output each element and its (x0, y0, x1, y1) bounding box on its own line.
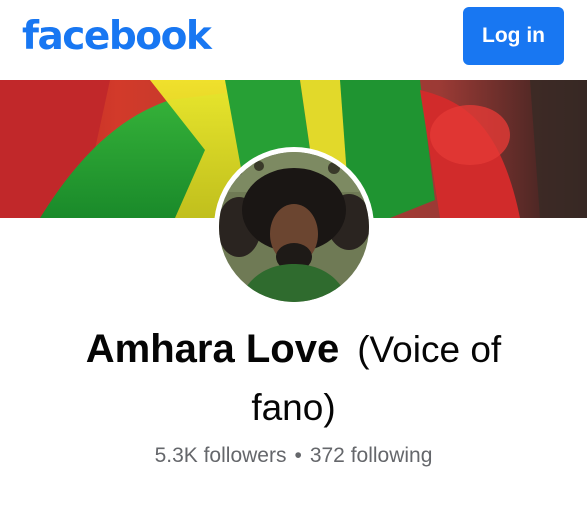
facebook-logo[interactable]: facebook (22, 14, 212, 59)
avatar-border (214, 147, 374, 307)
profile-name-line: Amhara Love (Voice of (0, 320, 587, 387)
following-count[interactable]: 372 following (310, 444, 433, 467)
profile-name: Amhara Love (85, 327, 340, 371)
stats-separator: • (294, 444, 302, 467)
avatar[interactable] (219, 152, 369, 302)
follow-stats: 5.3K followers • 372 following (0, 444, 587, 468)
followers-count[interactable]: 5.3K followers (155, 444, 287, 467)
profile-name-suffix: (Voice of (357, 329, 502, 370)
login-button[interactable]: Log in (463, 7, 564, 65)
top-bar: facebook Log in (0, 0, 587, 80)
profile-name-suffix-continued: fano) (251, 387, 336, 428)
